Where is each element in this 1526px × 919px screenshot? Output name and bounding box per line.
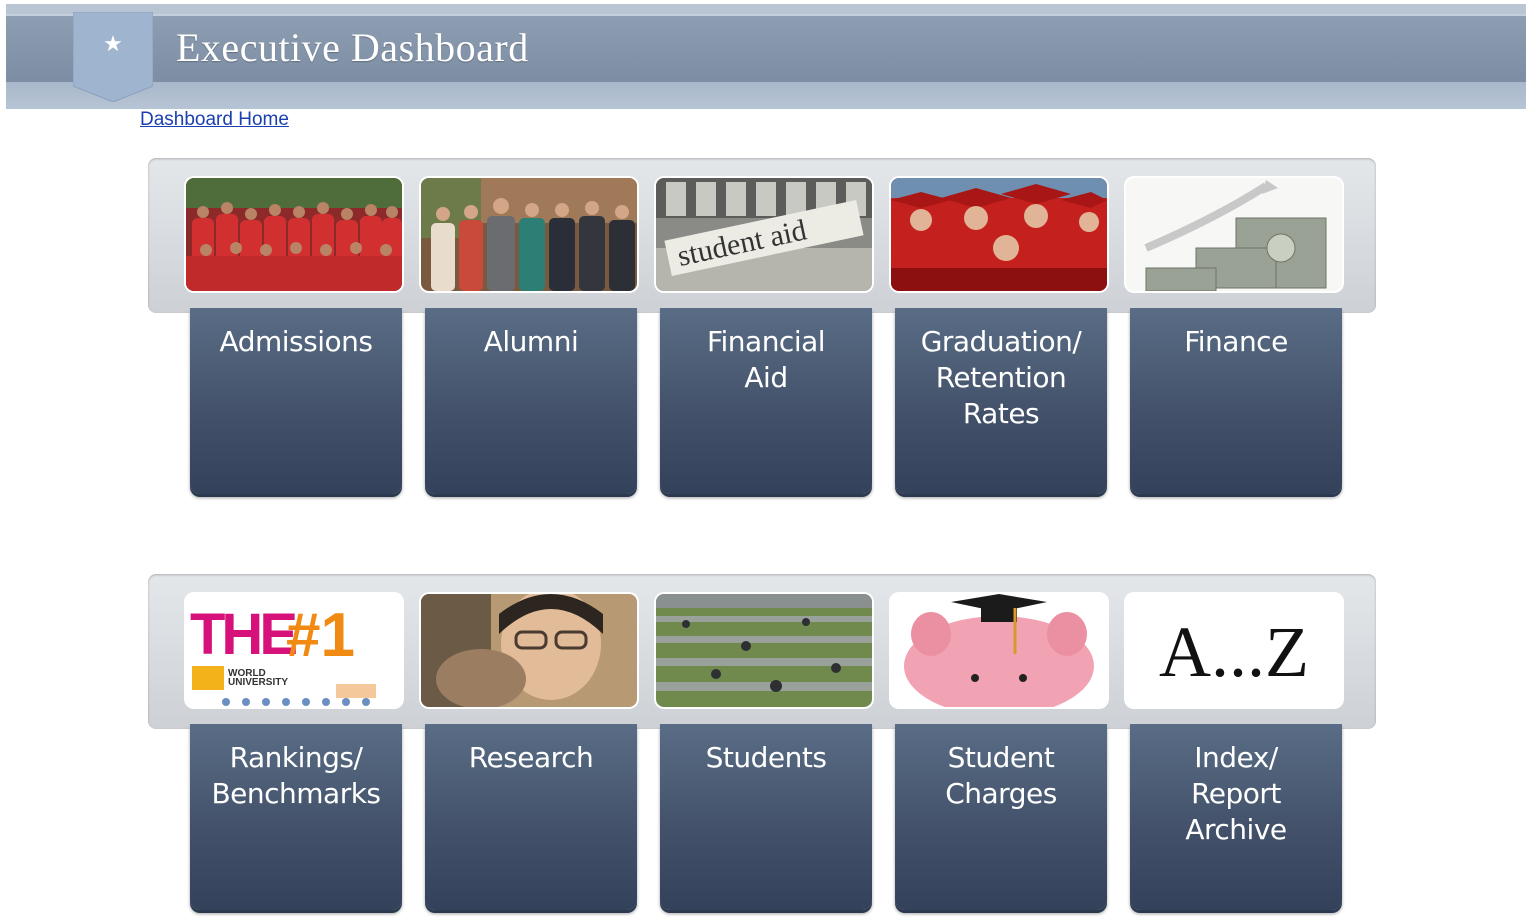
financial-aid-card[interactable]: Financial Aid: [660, 308, 872, 494]
header-top-stripe: [6, 4, 1526, 14]
header-bottom-stripe: [6, 82, 1526, 109]
ribbon-badge: ★: [73, 12, 153, 102]
admissions-label: Admissions: [219, 325, 373, 358]
index-label: Index/ Report Archive: [1185, 741, 1287, 846]
research-photo: [421, 594, 637, 707]
finance-label: Finance: [1184, 325, 1288, 358]
rankings-logo: THE #1 WORLD UNIVERSITY: [186, 594, 402, 707]
research-card[interactable]: Research: [425, 724, 637, 910]
alumni-card[interactable]: Alumni: [425, 308, 637, 494]
finance-photo: [1126, 178, 1342, 291]
tile-row-2: THE #1 WORLD UNIVERSITY Rankings/ Benchm…: [148, 574, 1376, 919]
alumni-label: Alumni: [483, 325, 579, 358]
a-to-z-index-image: A...Z: [1126, 594, 1342, 707]
graduation-label: Graduation/ Retention Rates: [920, 325, 1082, 430]
star-icon: ★: [103, 32, 123, 57]
rankings-label: Rankings/ Benchmarks: [211, 741, 381, 810]
research-label: Research: [468, 741, 594, 774]
header-banner: ★ Executive Dashboard: [6, 4, 1526, 109]
admissions-photo: [186, 178, 402, 291]
graduation-card[interactable]: Graduation/ Retention Rates: [895, 308, 1107, 494]
finance-card[interactable]: Finance: [1130, 308, 1342, 494]
svg-text:A...Z: A...Z: [1159, 612, 1309, 692]
student-charges-label: Student Charges: [945, 741, 1057, 810]
svg-text:#1: #1: [286, 601, 355, 670]
student-charges-card[interactable]: Student Charges: [895, 724, 1107, 910]
financial-aid-label: Financial Aid: [706, 325, 826, 394]
financial-aid-photo: student aid: [656, 178, 872, 291]
students-label: Students: [705, 741, 827, 774]
svg-text:UNIVERSITY: UNIVERSITY: [228, 677, 288, 688]
tile-row-1: Admissions Alumni student aid Financial …: [148, 158, 1376, 503]
index-card[interactable]: Index/ Report Archive: [1130, 724, 1342, 910]
page-title: Executive Dashboard: [176, 25, 529, 70]
piggy-bank-photo: [891, 594, 1107, 707]
graduation-photo: [891, 178, 1107, 291]
svg-text:THE: THE: [190, 602, 296, 667]
dashboard-home-link[interactable]: Dashboard Home: [140, 109, 289, 131]
students-card[interactable]: Students: [660, 724, 872, 910]
students-photo: [656, 594, 872, 707]
admissions-card[interactable]: Admissions: [190, 308, 402, 494]
rankings-card[interactable]: Rankings/ Benchmarks: [190, 724, 402, 910]
alumni-photo: [421, 178, 637, 291]
